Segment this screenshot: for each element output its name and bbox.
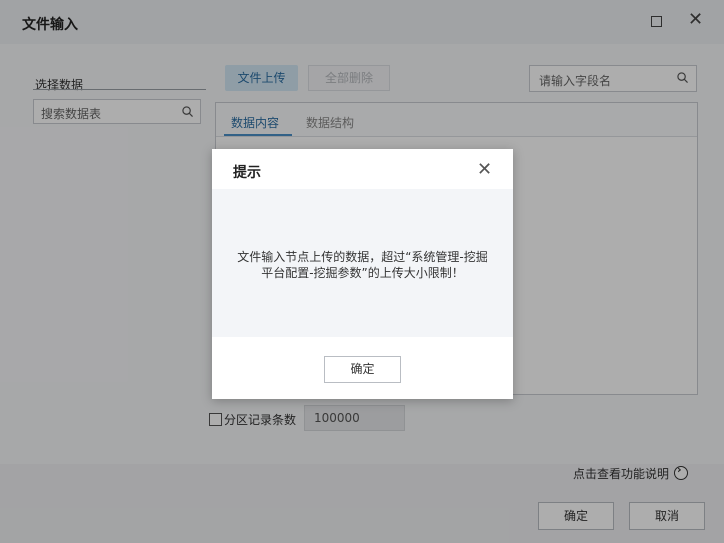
- alert-message: 文件输入节点上传的数据，超过“系统管理-挖掘 平台配置-挖掘参数”的上传大小限制…: [224, 249, 501, 281]
- alert-message-line-1: 文件输入节点上传的数据，超过“系统管理-挖掘: [237, 250, 488, 264]
- alert-dialog: 提示 ✕ 文件输入节点上传的数据，超过“系统管理-挖掘 平台配置-挖掘参数”的上…: [212, 149, 513, 399]
- alert-ok-button[interactable]: 确定: [324, 356, 401, 383]
- alert-title: 提示: [233, 165, 261, 181]
- close-icon[interactable]: ✕: [477, 159, 492, 180]
- alert-message-line-2: 平台配置-挖掘参数”的上传大小限制！: [261, 266, 464, 280]
- alert-body: 文件输入节点上传的数据，超过“系统管理-挖掘 平台配置-挖掘参数”的上传大小限制…: [212, 189, 513, 337]
